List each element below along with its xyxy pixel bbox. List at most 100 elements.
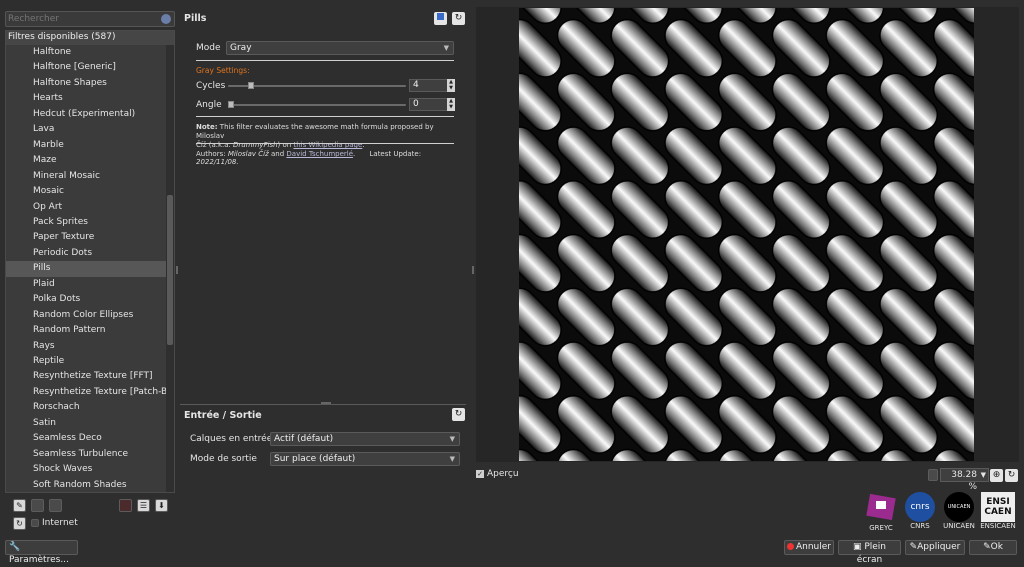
filter-list-item[interactable]: Halftone Shapes <box>6 76 166 91</box>
authors-prefix: Authors: <box>196 150 228 158</box>
ensicaen-logo: ENSI CAEN ENSICAEN <box>979 492 1017 530</box>
cancel-button[interactable]: Annuler <box>784 540 834 555</box>
ensicaen-badge: ENSI CAEN <box>981 492 1015 522</box>
filter-list-item[interactable]: Shock Waves <box>6 462 166 477</box>
filter-list-item[interactable]: Lava <box>6 122 166 137</box>
angle-value: 0 <box>413 99 419 109</box>
filter-list-item[interactable]: Resynthetize Texture [Patch-Based] <box>6 385 166 400</box>
filter-list-item[interactable]: Op Art <box>6 200 166 215</box>
filter-list-item[interactable]: Periodic Dots <box>6 246 166 261</box>
ok-label: Ok <box>990 542 1003 552</box>
cycles-label: Cycles <box>196 81 226 91</box>
filter-list-item[interactable]: Plaid <box>6 277 166 292</box>
preview-toggle[interactable]: ✓ Aperçu <box>476 469 519 479</box>
list-view-icon[interactable]: ☰ <box>137 499 150 512</box>
cycles-spinbox[interactable]: 4 ▲ ▼ <box>409 79 455 92</box>
search-input[interactable] <box>8 13 158 25</box>
mode-select[interactable]: Gray ▼ <box>226 41 454 55</box>
filter-list-item[interactable]: Pills <box>6 261 166 277</box>
input-layers-select[interactable]: Actif (défaut) ▼ <box>270 432 460 446</box>
search-box[interactable] <box>5 11 175 27</box>
zoom-select[interactable]: 38.28 % ▼ <box>940 468 989 492</box>
filter-list-item[interactable]: Rorschach <box>6 400 166 415</box>
ok-button[interactable]: ✎Ok <box>969 540 1017 555</box>
divider <box>196 116 454 117</box>
copy-to-clipboard-icon[interactable] <box>434 12 447 25</box>
note-bold: Note: <box>196 123 218 131</box>
apply-icon: ✎ <box>909 542 918 552</box>
cycles-slider-handle[interactable] <box>248 82 254 89</box>
checkmark-icon[interactable]: ✓ <box>476 469 484 478</box>
filter-list-item[interactable]: Polka Dots <box>6 292 166 307</box>
download-icon[interactable]: ⬇ <box>155 499 168 512</box>
filter-list-item[interactable]: Maze <box>6 153 166 168</box>
filter-list-item[interactable]: Hedcut (Experimental) <box>6 107 166 122</box>
authors-dot: . <box>353 150 356 158</box>
filter-list-item[interactable]: Soft Random Shades <box>6 478 166 492</box>
ensicaen-badge-line: CAEN <box>984 507 1012 517</box>
authors-and: and <box>268 150 287 158</box>
splitter-handle-right[interactable] <box>472 266 474 274</box>
zoom-fit-icon[interactable] <box>928 469 938 481</box>
filter-list-scrollbar[interactable] <box>166 45 174 492</box>
zoom-in-icon[interactable]: ⊕ <box>990 469 1003 482</box>
zoom-reset-icon[interactable]: ↻ <box>1005 469 1018 482</box>
output-mode-label: Mode de sortie <box>190 454 257 464</box>
splitter-handle-left[interactable] <box>176 266 178 274</box>
filter-list-item[interactable]: Paper Texture <box>6 230 166 245</box>
preview-image[interactable] <box>519 8 974 461</box>
search-icon[interactable] <box>161 14 171 24</box>
spin-arrows-icon[interactable]: ▲ ▼ <box>447 98 455 111</box>
filter-list-item[interactable]: Seamless Turbulence <box>6 447 166 462</box>
io-divider <box>180 404 466 405</box>
input-layers-label: Calques en entrée <box>190 434 273 444</box>
angle-slider-handle[interactable] <box>228 101 234 108</box>
unicaen-logo: UNICAEN UNICAEN <box>940 492 978 530</box>
input-layers-value: Actif (défaut) <box>274 434 334 444</box>
filter-list-item[interactable]: Random Color Ellipses <box>6 308 166 323</box>
output-mode-value: Sur place (défaut) <box>274 454 356 464</box>
filter-list-item[interactable]: Resynthetize Texture [FFT] <box>6 369 166 384</box>
angle-spinbox[interactable]: 0 ▲ ▼ <box>409 98 455 111</box>
scrollbar-thumb[interactable] <box>167 195 173 345</box>
filter-list-item[interactable]: Halftone [Generic] <box>6 60 166 75</box>
fullscreen-button[interactable]: ▣ Plein écran <box>838 540 901 565</box>
ok-icon: ✎ <box>983 542 991 552</box>
reset-parameters-icon[interactable]: ↻ <box>452 12 465 25</box>
filter-list-item[interactable]: Hearts <box>6 91 166 106</box>
filter-list-item[interactable]: Mineral Mosaic <box>6 169 166 184</box>
filter-list-item[interactable]: Random Pattern <box>6 323 166 338</box>
refresh-icon[interactable]: ↻ <box>13 517 26 530</box>
filter-list-item[interactable]: Marble <box>6 138 166 153</box>
filter-list-item[interactable]: Rays <box>6 339 166 354</box>
cancel-label: Annuler <box>795 542 831 552</box>
cycles-slider[interactable] <box>228 82 406 89</box>
edit-icon[interactable] <box>31 499 44 512</box>
filter-list[interactable]: Filtres disponibles (587) Halftone Halfto… <box>5 30 175 493</box>
greyc-logo: GREYC <box>862 492 900 532</box>
internet-checkbox[interactable] <box>31 519 39 527</box>
parameters-button[interactable]: 🔧 Paramètres... <box>5 540 78 565</box>
filter-list-item[interactable]: Seamless Deco <box>6 431 166 446</box>
apply-button[interactable]: ✎Appliquer <box>905 540 965 555</box>
greyc-logo-icon <box>866 493 896 521</box>
angle-slider[interactable] <box>228 101 406 108</box>
update-value: 2022/11/08. <box>196 158 239 166</box>
filter-list-item[interactable]: Reptile <box>6 354 166 369</box>
filter-list-item[interactable]: Mosaic <box>6 184 166 199</box>
filter-list-item[interactable]: Pack Sprites <box>6 215 166 230</box>
filter-list-item[interactable]: Halftone <box>6 45 166 60</box>
internet-label: Internet <box>42 518 78 528</box>
wrench-icon: 🔧 <box>9 542 21 552</box>
filter-list-item[interactable]: Satin <box>6 416 166 431</box>
output-mode-select[interactable]: Sur place (défaut) ▼ <box>270 452 460 466</box>
zoom-value: 38.28 % <box>951 470 977 492</box>
remove-icon[interactable] <box>49 499 62 512</box>
author-link[interactable]: David Tschumperlé <box>286 150 353 158</box>
hide-icon[interactable] <box>119 499 132 512</box>
add-favorite-icon[interactable]: ✎ <box>13 499 26 512</box>
greyc-label: GREYC <box>869 524 893 532</box>
reset-io-icon[interactable]: ↻ <box>452 408 465 421</box>
spin-arrows-icon[interactable]: ▲ ▼ <box>447 79 455 92</box>
divider <box>196 60 454 61</box>
